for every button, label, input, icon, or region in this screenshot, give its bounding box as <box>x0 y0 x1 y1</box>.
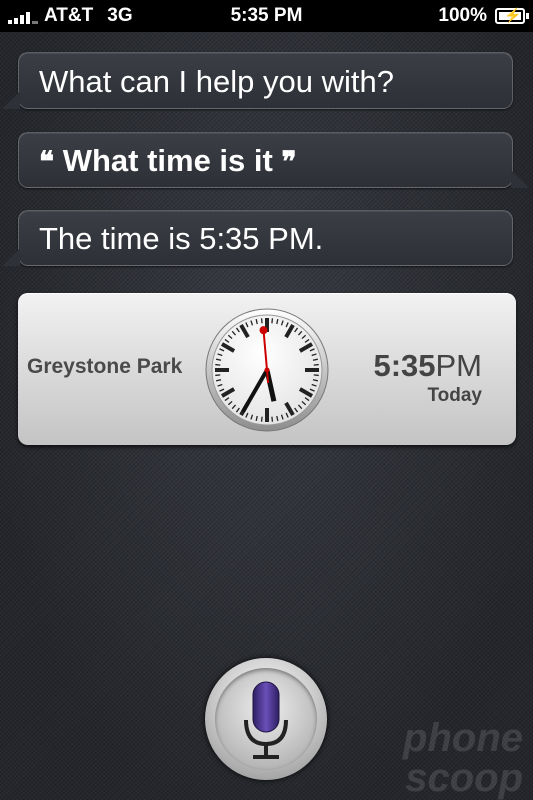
watermark-line2: scoop <box>405 756 523 800</box>
battery-charging-icon: ⚡ <box>495 7 529 24</box>
status-right: 100% ⚡ <box>438 5 529 27</box>
clock-time-period: PM <box>435 348 483 383</box>
clock-location: Greystone Park <box>27 355 183 378</box>
siri-prompt-bubble: What can I help you with? <box>2 52 513 109</box>
siri-answer-text: The time is 5:35 PM. <box>39 221 324 256</box>
clock-tick <box>313 374 319 377</box>
clock-tick <box>271 318 274 324</box>
clock-tick <box>260 416 263 422</box>
open-quote-icon: ❝ <box>39 145 55 178</box>
clock-card[interactable]: Greystone Park 5:35PM Today <box>18 293 516 445</box>
microphone-button[interactable] <box>205 658 327 780</box>
siri-prompt-text: What can I help you with? <box>39 64 394 99</box>
clock-tick <box>215 363 221 366</box>
user-query-bubble[interactable]: ❝ What time is it ❞ <box>18 132 529 188</box>
user-query-text: What time is it <box>62 143 273 178</box>
microphone-icon <box>244 681 288 759</box>
clock-tick <box>215 374 221 377</box>
clock-tick <box>260 318 263 324</box>
status-bar: AT&T 3G 5:35 PM 100% ⚡ <box>0 0 533 32</box>
watermark-logo: phone scoop <box>403 718 523 798</box>
clock-tick <box>313 363 319 366</box>
watermark-line1: phone <box>403 716 523 760</box>
clock-time-digits: 5:35 <box>373 348 436 383</box>
siri-answer-bubble: The time is 5:35 PM. <box>2 210 513 266</box>
analog-clock-icon <box>205 308 329 432</box>
clock-time: 5:35PM <box>373 348 482 384</box>
battery-percent: 100% <box>438 5 487 26</box>
clock-day: Today <box>427 385 482 406</box>
clock-tick <box>271 416 274 422</box>
close-quote-icon: ❞ <box>281 145 297 178</box>
